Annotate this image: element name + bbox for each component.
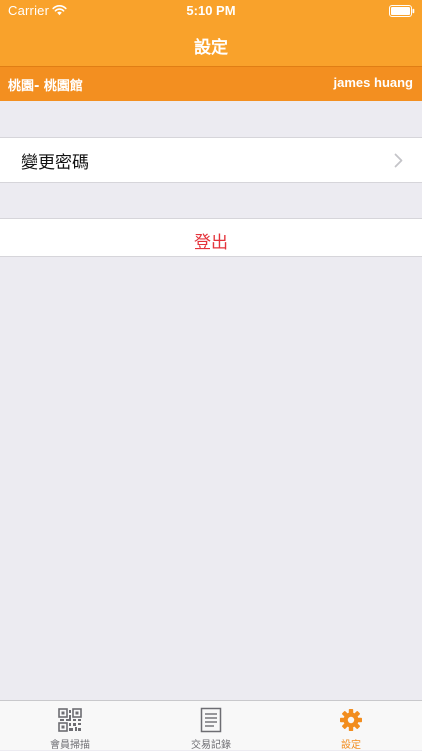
- tab-settings[interactable]: 設定: [281, 701, 421, 751]
- page-title: 設定: [194, 38, 228, 58]
- logout-button[interactable]: 登出: [0, 218, 422, 257]
- status-bar: Carrier 5:10 PM: [0, 0, 422, 22]
- change-password-row[interactable]: 變更密碼: [0, 137, 422, 183]
- tab-label: 交易記錄: [191, 740, 231, 751]
- tab-label: 設定: [341, 740, 361, 751]
- top-header: Carrier 5:10 PM 設定: [0, 0, 422, 66]
- user-info-strip: 桃園- 桃園館 james huang: [0, 66, 422, 101]
- logout-label: 登出: [194, 233, 228, 253]
- tab-label: 會員掃描: [50, 740, 90, 751]
- gear-icon: [340, 709, 362, 731]
- chevron-right-icon: [394, 153, 403, 168]
- qr-scan-icon: [58, 708, 82, 732]
- status-time: 5:10 PM: [186, 3, 236, 18]
- tab-transaction-records[interactable]: 交易記錄: [141, 701, 281, 751]
- tab-member-scan[interactable]: 會員掃描: [0, 701, 140, 751]
- change-password-label: 變更密碼: [21, 153, 89, 173]
- battery-icon: [389, 5, 415, 17]
- branch-label: 桃園- 桃園館: [8, 79, 83, 94]
- user-name-label: james huang: [333, 75, 413, 90]
- tab-bar: 會員掃描 交易記錄 設定: [0, 700, 422, 751]
- document-icon: [200, 707, 222, 733]
